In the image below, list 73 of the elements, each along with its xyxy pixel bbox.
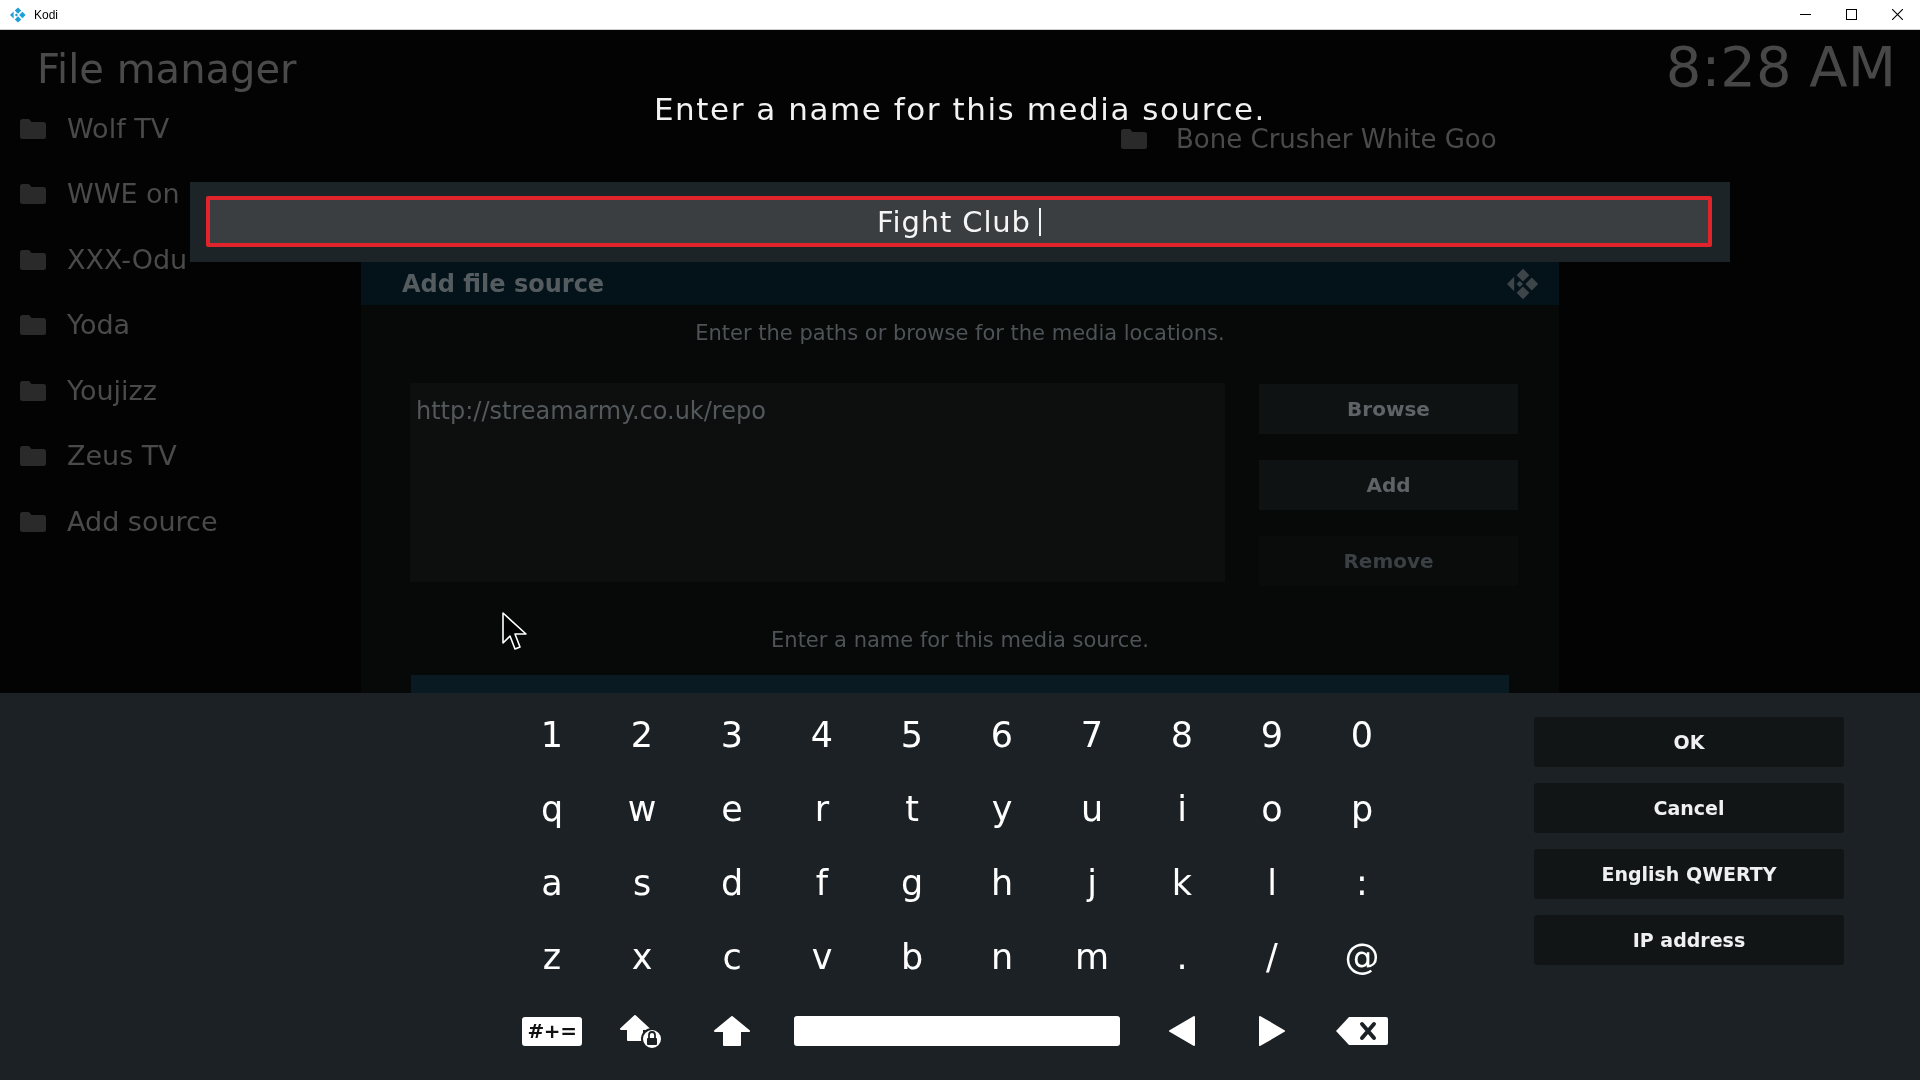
folder-icon [20, 184, 46, 205]
shift-icon[interactable] [713, 1015, 751, 1047]
keyboard-key[interactable]: w [614, 782, 670, 836]
symbols-key[interactable]: #+= [522, 1016, 582, 1046]
folder-icon [20, 249, 46, 270]
ip-address-button[interactable]: IP address [1534, 915, 1844, 965]
keyboard-key[interactable]: q [524, 782, 580, 836]
keyboard-key[interactable]: i [1154, 782, 1210, 836]
keyboard-key[interactable]: a [524, 856, 580, 910]
keyboard-key[interactable]: n [974, 930, 1030, 984]
keyboard-key[interactable]: f [794, 856, 850, 910]
keyboard-key[interactable]: 8 [1154, 708, 1210, 762]
clock: 8:28 AM [1665, 38, 1896, 96]
keyboard-key[interactable]: t [884, 782, 940, 836]
paths-hint: Enter the paths or browse for the media locations. [695, 320, 1225, 347]
keyboard-key[interactable]: s [614, 856, 670, 910]
keyboard-key[interactable]: / [1244, 930, 1300, 984]
keyboard-key[interactable]: b [884, 930, 940, 984]
layout-button[interactable]: English QWERTY [1534, 849, 1844, 899]
keyboard-key[interactable]: y [974, 782, 1030, 836]
input-value: Fight Club [877, 203, 1031, 240]
keyboard-key[interactable]: 2 [614, 708, 670, 762]
keyboard-key[interactable]: c [704, 930, 760, 984]
keyboard-key[interactable]: r [794, 782, 850, 836]
maximize-icon[interactable] [1845, 9, 1857, 20]
keyboard-heading: Enter a name for this media source. [653, 92, 1266, 126]
name-hint: Enter a name for this media source. [771, 627, 1149, 654]
keyboard-key[interactable]: g [884, 856, 940, 910]
keyboard-key[interactable]: k [1154, 856, 1210, 910]
keyboard-key[interactable]: 4 [794, 708, 850, 762]
keyboard-key[interactable]: l [1244, 856, 1300, 910]
mouse-pointer-icon [502, 612, 528, 652]
keyboard-key[interactable]: z [524, 930, 580, 984]
page-title: File manager [37, 45, 297, 94]
keyboard-key[interactable]: p [1334, 782, 1390, 836]
window-title: Kodi [34, 6, 59, 24]
folder-icon [20, 380, 46, 401]
name-input-field[interactable] [411, 675, 1509, 693]
keyboard-key[interactable]: 6 [974, 708, 1030, 762]
keyboard-key[interactable]: m [1064, 930, 1120, 984]
folder-icon [20, 446, 46, 467]
keyboard-key[interactable]: v [794, 930, 850, 984]
keyboard-key[interactable]: : [1334, 856, 1390, 910]
keyboard-key[interactable]: 0 [1334, 708, 1390, 762]
keyboard-key[interactable]: @ [1334, 930, 1390, 984]
keyboard-key[interactable]: j [1064, 856, 1120, 910]
keyboard-key[interactable]: . [1154, 930, 1210, 984]
keyboard-key[interactable]: 7 [1064, 708, 1120, 762]
folder-icon [1121, 128, 1147, 149]
keyboard-key[interactable]: e [704, 782, 760, 836]
right-arrow-icon[interactable] [1258, 1015, 1286, 1047]
dialog-title: Add file source [402, 268, 605, 300]
keyboard-key[interactable]: 5 [884, 708, 940, 762]
keyboard-key[interactable]: h [974, 856, 1030, 910]
text-cursor-icon [1038, 207, 1041, 236]
keyboard-key[interactable]: x [614, 930, 670, 984]
ok-button[interactable]: OK [1534, 717, 1844, 767]
kodi-logo-icon [10, 6, 26, 23]
keyboard-key[interactable]: o [1244, 782, 1300, 836]
close-icon[interactable] [1891, 9, 1903, 20]
folder-icon [20, 315, 46, 336]
keyboard-key[interactable]: u [1064, 782, 1120, 836]
minimize-icon[interactable] [1799, 14, 1811, 15]
keyboard-key[interactable]: 3 [704, 708, 760, 762]
left-arrow-icon[interactable] [1168, 1015, 1196, 1047]
backspace-icon[interactable] [1335, 1016, 1389, 1046]
keyboard-key[interactable]: 9 [1244, 708, 1300, 762]
text-input-field[interactable]: Fight Club [206, 196, 1712, 247]
cancel-button[interactable]: Cancel [1534, 783, 1844, 833]
folder-icon [20, 118, 46, 139]
keyboard-key[interactable]: 1 [524, 708, 580, 762]
keyboard-key[interactable]: d [704, 856, 760, 910]
folder-icon [20, 511, 46, 532]
